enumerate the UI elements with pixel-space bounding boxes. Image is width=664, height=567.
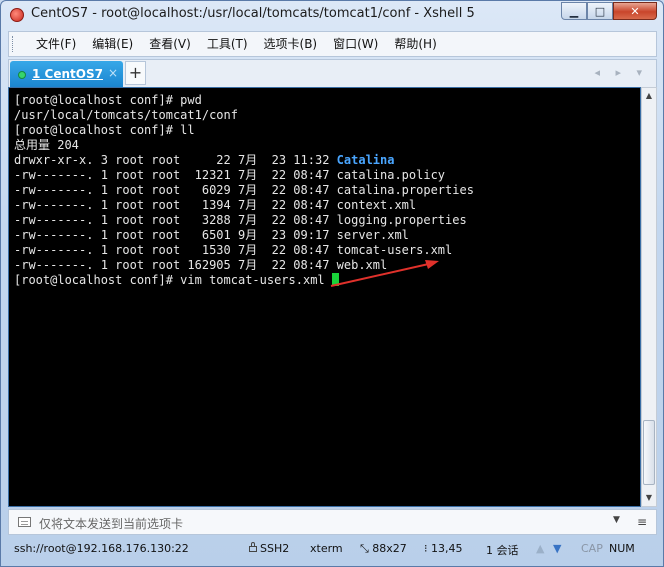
tab-centos7[interactable]: 1 CentOS7 × [10,61,123,88]
tab-close-icon[interactable]: × [108,66,118,80]
terminal-line: -rw-------. 1 root root 12321 7月 22 08:4… [14,168,446,182]
terminal-line: -rw-------. 1 root root 6501 9月 23 09:17… [14,228,409,242]
cursor-position-icon: ⁝ [424,542,431,555]
menu-bar: 文件(F) 编辑(E) 查看(V) 工具(T) 选项卡(B) 窗口(W) 帮助(… [8,31,657,57]
keyboard-icon [18,517,31,527]
menu-items: 文件(F) 编辑(E) 查看(V) 工具(T) 选项卡(B) 窗口(W) 帮助(… [29,32,446,56]
tab-label: 1 CentOS7 [32,67,103,81]
annotation-arrow-shaft [330,262,434,287]
menu-tab[interactable]: 选项卡(B) [257,32,327,56]
connection-status-icon [18,71,26,79]
menubar-grip [12,36,16,52]
annotation-arrow-head [425,260,439,269]
compose-menu-icon[interactable]: ≡ [637,514,647,530]
status-session-count: 1 会话 [486,544,519,557]
terminal-line: -rw-------. 1 root root 1394 7月 22 08:47… [14,198,417,212]
status-connection: ssh://root@192.168.176.130:22 [14,542,189,555]
terminal-prompt-command: [root@localhost conf]# vim tomcat-users.… [14,273,332,287]
terminal-size-icon: ⤡ [360,542,373,555]
terminal-line: 总用量 204 [14,138,79,152]
terminal-line-text: drwxr-xr-x. 3 root root 22 7月 23 11:32 [14,153,337,167]
terminal-line: drwxr-xr-x. 3 root root 22 7月 23 11:32 C… [14,153,474,168]
lock-icon [249,542,257,552]
terminal-line: [root@localhost conf]# ll [14,123,195,137]
title-bar[interactable]: CentOS7 - root@localhost:/usr/local/tomc… [1,1,663,29]
maximize-button[interactable]: □ [587,2,613,20]
status-terminal-size-label: 88x27 [372,542,407,555]
terminal-line: -rw-------. 1 root root 6029 7月 22 08:47… [14,183,474,197]
status-caps-lock: CAP [581,542,603,555]
scroll-up-arrow[interactable]: ▲ [642,88,656,104]
scroll-down-arrow[interactable]: ▼ [642,490,656,506]
compose-dropdown-icon[interactable]: ▼ [613,515,620,525]
terminal-area[interactable]: [root@localhost conf]# pwd /usr/local/to… [8,87,641,507]
terminal-scrollbar[interactable]: ▲ ▼ [641,87,657,507]
menu-help[interactable]: 帮助(H) [387,32,445,56]
scrollbar-thumb[interactable] [643,420,655,485]
new-tab-button[interactable]: + [125,61,146,85]
upload-arrow-icon: ▲ [536,542,545,555]
annotation-arrow [330,260,439,287]
menu-file[interactable]: 文件(F) [29,32,85,56]
tab-navigation-arrows[interactable]: ◂ ▸ ▾ [594,66,648,79]
close-button[interactable]: ✕ [613,2,657,20]
status-terminal-type: xterm [310,542,343,555]
minimize-button[interactable]: ▁ [561,2,587,20]
xshell-window: CentOS7 - root@localhost:/usr/local/tomc… [0,0,664,567]
compose-input[interactable]: 仅将文本发送到当前选项卡 [39,515,183,532]
status-protocol-label: SSH2 [260,542,290,555]
menu-view[interactable]: 查看(V) [142,32,200,56]
status-cursor-position-label: 13,45 [431,542,463,555]
status-bar: ssh://root@192.168.176.130:22 SSH2 xterm… [8,539,657,560]
session-tab-bar: 1 CentOS7 × + ◂ ▸ ▾ [8,59,657,88]
download-arrow-icon: ▼ [553,542,562,555]
compose-bar[interactable]: 仅将文本发送到当前选项卡 ▼ ≡ [8,509,657,535]
status-num-lock: NUM [609,542,635,555]
status-cursor-position: ⁝ 13,45 [424,542,463,555]
status-protocol: SSH2 [249,542,289,555]
status-terminal-size: ⤡ 88x27 [360,542,407,556]
menu-tools[interactable]: 工具(T) [200,32,257,56]
highlighted-directory: Catalina [336,153,395,167]
menu-edit[interactable]: 编辑(E) [85,32,142,56]
window-title: CentOS7 - root@localhost:/usr/local/tomc… [31,6,475,21]
menu-window[interactable]: 窗口(W) [326,32,387,56]
terminal-line: /usr/local/tomcats/tomcat1/conf [14,108,238,122]
terminal-line: -rw-------. 1 root root 3288 7月 22 08:47… [14,213,467,227]
xshell-app-icon [10,8,24,22]
terminal-line: [root@localhost conf]# pwd [14,93,202,107]
window-controls: ▁ □ ✕ [561,2,657,21]
